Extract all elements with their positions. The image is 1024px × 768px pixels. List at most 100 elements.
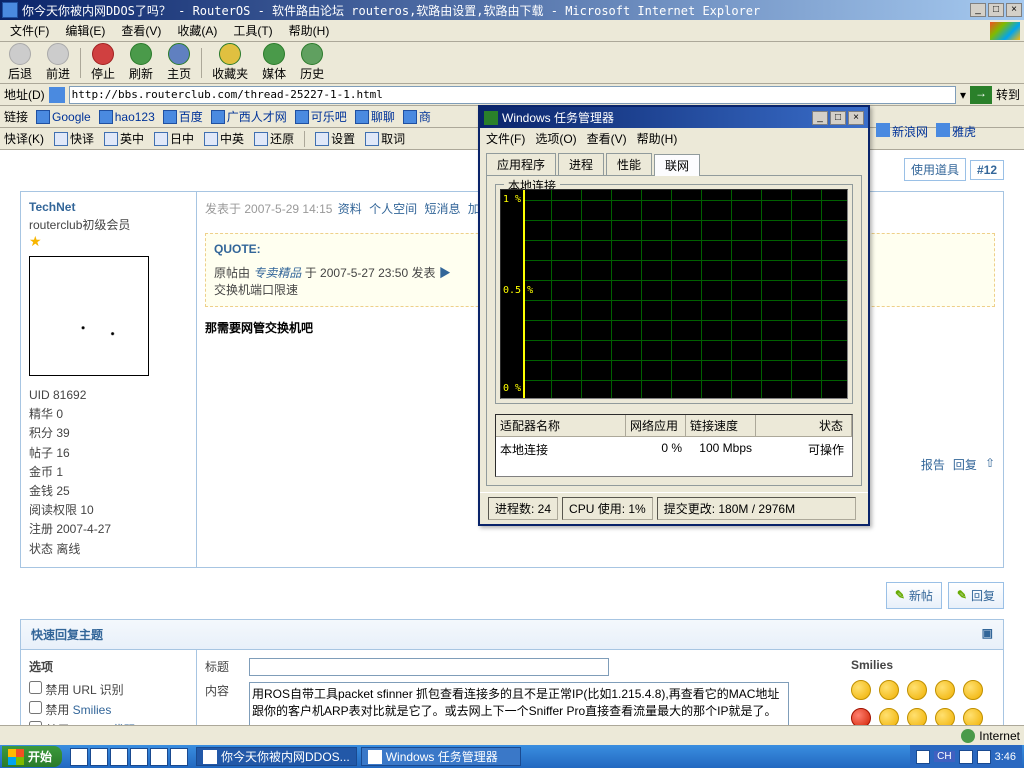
- quick-button[interactable]: 快译: [54, 130, 94, 147]
- ql-ie-icon[interactable]: [70, 748, 88, 766]
- menu-view[interactable]: 查看(V): [115, 20, 167, 41]
- use-tool-button[interactable]: 使用道具: [904, 158, 966, 181]
- tm-panel: 本地连接 1 % 0.5 % 0 % 适配器名称 网络应用 链接速度 状态 本地…: [486, 175, 862, 486]
- adapter-row[interactable]: 本地连接 0 % 100 Mbps 可操作: [496, 437, 852, 462]
- tab-applications[interactable]: 应用程序: [486, 153, 556, 175]
- col-speed[interactable]: 链接速度: [686, 415, 756, 436]
- smile-icon[interactable]: [935, 680, 955, 700]
- go-button[interactable]: →: [970, 86, 992, 104]
- media-button[interactable]: 媒体: [258, 42, 290, 83]
- smile-icon[interactable]: [963, 680, 983, 700]
- settings-button[interactable]: 设置: [315, 130, 355, 147]
- link-hao123[interactable]: hao123: [99, 110, 155, 124]
- link-liaoliao[interactable]: 聊聊: [355, 108, 395, 125]
- link-sina[interactable]: 新浪网: [876, 123, 928, 140]
- close-button[interactable]: ×: [1006, 3, 1022, 17]
- address-bar: 地址(D) ▾ → 转到: [0, 84, 1024, 106]
- bolt-icon: [54, 132, 68, 146]
- opt-url: 禁用 URL 识别: [29, 681, 188, 698]
- tab-performance[interactable]: 性能: [606, 153, 652, 175]
- taskbar-item-ie[interactable]: 你今天你被内网DDOS...: [196, 747, 357, 766]
- history-button[interactable]: 历史: [296, 42, 328, 83]
- tray-icon[interactable]: [959, 750, 973, 764]
- cn2en-button[interactable]: 中英: [204, 130, 244, 147]
- tm-minimize-button[interactable]: _: [812, 111, 828, 125]
- smilies-title: Smilies: [851, 658, 995, 672]
- maximize-button[interactable]: □: [988, 3, 1004, 17]
- ql-app2-icon[interactable]: [170, 748, 188, 766]
- col-util[interactable]: 网络应用: [626, 415, 686, 436]
- menu-favorites[interactable]: 收藏(A): [171, 20, 223, 41]
- info-link[interactable]: 资料: [338, 202, 362, 216]
- tray-icon[interactable]: [916, 750, 930, 764]
- avatar[interactable]: [29, 256, 149, 376]
- menu-tools[interactable]: 工具(T): [227, 20, 278, 41]
- space-link[interactable]: 个人空间: [369, 202, 417, 216]
- link-baidu[interactable]: 百度: [163, 108, 203, 125]
- en2cn-button[interactable]: 英中: [104, 130, 144, 147]
- link-yahoo[interactable]: 雅虎: [936, 123, 976, 140]
- link-shang[interactable]: 商: [403, 108, 431, 125]
- ql-desktop-icon[interactable]: [90, 748, 108, 766]
- link-google[interactable]: Google: [36, 110, 91, 124]
- col-state[interactable]: 状态: [756, 415, 852, 436]
- collapse-icon[interactable]: ▣: [982, 626, 993, 643]
- tm-close-button[interactable]: ×: [848, 111, 864, 125]
- refresh-button[interactable]: 刷新: [125, 42, 157, 83]
- forward-button[interactable]: 前进: [42, 42, 74, 83]
- ql-qq-icon[interactable]: [130, 748, 148, 766]
- restore-button[interactable]: 还原: [254, 130, 294, 147]
- back-button[interactable]: 后退: [4, 42, 36, 83]
- menu-file[interactable]: 文件(F): [4, 20, 55, 41]
- tab-processes[interactable]: 进程: [558, 153, 604, 175]
- jp2cn-button[interactable]: 日中: [154, 130, 194, 147]
- subject-input[interactable]: [249, 658, 609, 676]
- report-link[interactable]: 报告: [921, 456, 945, 473]
- menu-help[interactable]: 帮助(H): [283, 20, 336, 41]
- tm-menu-view[interactable]: 查看(V): [587, 130, 627, 147]
- clock[interactable]: 3:46: [995, 751, 1016, 763]
- quickreply-title: 快速回复主题: [31, 626, 103, 643]
- tm-statusbar: 进程数: 24 CPU 使用: 1% 提交更改: 180M / 2976M: [480, 492, 868, 524]
- start-button[interactable]: 开始: [2, 746, 62, 767]
- floor-badge[interactable]: #12: [970, 160, 1004, 180]
- address-label: 地址(D): [4, 86, 45, 103]
- minimize-button[interactable]: _: [970, 3, 986, 17]
- status-commit: 提交更改: 180M / 2976M: [657, 497, 856, 520]
- taskbar-item-taskmgr[interactable]: Windows 任务管理器: [361, 747, 521, 766]
- tm-menu-help[interactable]: 帮助(H): [637, 130, 678, 147]
- tab-networking[interactable]: 联网: [654, 154, 700, 176]
- ql-msn-icon[interactable]: [110, 748, 128, 766]
- tm-titlebar[interactable]: Windows 任务管理器 _ □ ×: [480, 107, 868, 128]
- smile-icon[interactable]: [907, 680, 927, 700]
- menu-edit[interactable]: 编辑(E): [59, 20, 111, 41]
- stop-button[interactable]: 停止: [87, 42, 119, 83]
- address-input[interactable]: [69, 86, 956, 104]
- tm-maximize-button[interactable]: □: [830, 111, 846, 125]
- link-gxrc[interactable]: 广西人才网: [211, 108, 287, 125]
- new-thread-button[interactable]: ✎新帖: [886, 582, 942, 609]
- favorites-button[interactable]: 收藏夹: [208, 42, 252, 83]
- user-title: routerclub初级会员: [29, 216, 188, 233]
- top-icon[interactable]: ⇧: [985, 456, 995, 473]
- link-kele[interactable]: 可乐吧: [295, 108, 347, 125]
- reply-link[interactable]: 回复: [953, 456, 977, 473]
- home-button[interactable]: 主页: [163, 42, 195, 83]
- dict-button[interactable]: 取词: [365, 130, 405, 147]
- lang-indicator[interactable]: CH: [934, 751, 954, 762]
- col-adapter[interactable]: 适配器名称: [496, 415, 626, 436]
- pm-link[interactable]: 短消息: [425, 202, 461, 216]
- task-manager-window[interactable]: Windows 任务管理器 _ □ × 文件(F) 选项(O) 查看(V) 帮助…: [478, 105, 870, 526]
- ie-logo-icon: [990, 22, 1020, 40]
- tm-menu-file[interactable]: 文件(F): [486, 130, 525, 147]
- smile-icon[interactable]: [851, 680, 871, 700]
- smile-icon[interactable]: [879, 680, 899, 700]
- tray-icon[interactable]: [977, 750, 991, 764]
- ql-app-icon[interactable]: [150, 748, 168, 766]
- ie-statusbar: Internet: [0, 725, 1024, 745]
- linksbar-overflow: 新浪网 雅虎: [876, 123, 976, 140]
- tm-menu-options[interactable]: 选项(O): [535, 130, 576, 147]
- username-link[interactable]: TechNet: [29, 200, 188, 214]
- reply-button[interactable]: ✎回复: [948, 582, 1004, 609]
- search-icon: [365, 132, 379, 146]
